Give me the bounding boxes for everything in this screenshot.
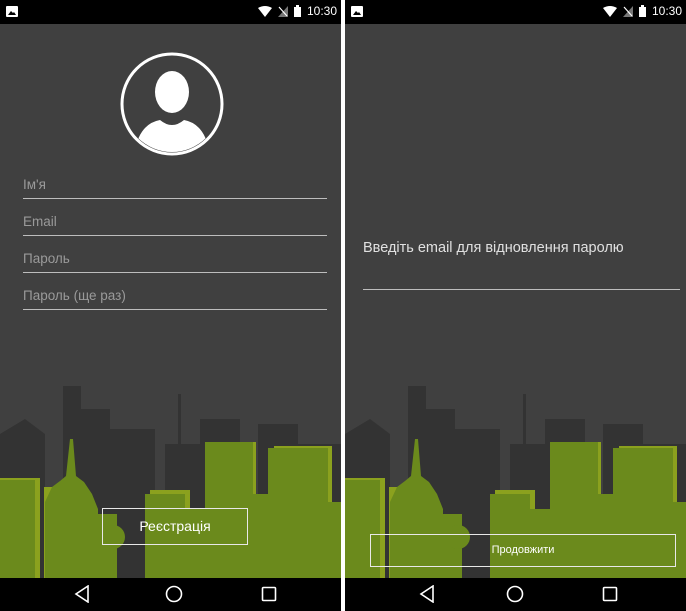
password-field[interactable]: Пароль bbox=[23, 250, 327, 273]
battery-icon bbox=[293, 5, 301, 17]
recents-icon[interactable] bbox=[261, 585, 277, 603]
register-screen: 10:30 Ім'я Email Пароль Пароль (ще раз) … bbox=[0, 0, 341, 611]
user-avatar-icon[interactable] bbox=[120, 52, 224, 156]
back-icon[interactable] bbox=[419, 585, 435, 603]
image-icon bbox=[6, 6, 18, 17]
name-field[interactable]: Ім'я bbox=[23, 176, 327, 199]
password-placeholder: Пароль bbox=[23, 251, 70, 266]
navigation-bar bbox=[345, 578, 686, 611]
home-icon[interactable] bbox=[165, 585, 183, 603]
back-icon[interactable] bbox=[74, 585, 90, 603]
navigation-bar bbox=[0, 578, 341, 611]
wifi-icon bbox=[257, 5, 272, 17]
password-confirm-placeholder: Пароль (ще раз) bbox=[23, 288, 126, 303]
password-recovery-screen: 10:30 Введіть email для відновлення паро… bbox=[345, 0, 686, 611]
status-bar: 10:30 bbox=[345, 0, 686, 24]
recents-icon[interactable] bbox=[602, 585, 618, 603]
name-placeholder: Ім'я bbox=[23, 177, 46, 192]
status-time: 10:30 bbox=[651, 4, 682, 18]
password-confirm-field[interactable]: Пароль (ще раз) bbox=[23, 287, 327, 310]
battery-icon bbox=[638, 5, 646, 17]
home-icon[interactable] bbox=[506, 585, 524, 603]
register-button[interactable]: Реєстрація bbox=[102, 508, 248, 545]
recovery-email-input[interactable] bbox=[363, 289, 680, 290]
recovery-prompt: Введіть email для відновлення паролю bbox=[363, 240, 624, 256]
image-icon bbox=[351, 6, 363, 17]
email-field[interactable]: Email bbox=[23, 213, 327, 236]
signal-icon bbox=[622, 5, 633, 17]
continue-button[interactable]: Продовжити bbox=[370, 534, 676, 567]
status-time: 10:30 bbox=[306, 4, 337, 18]
signal-icon bbox=[277, 5, 288, 17]
email-placeholder: Email bbox=[23, 214, 57, 229]
status-bar: 10:30 bbox=[0, 0, 341, 24]
wifi-icon bbox=[602, 5, 617, 17]
city-skyline-background bbox=[345, 386, 686, 578]
